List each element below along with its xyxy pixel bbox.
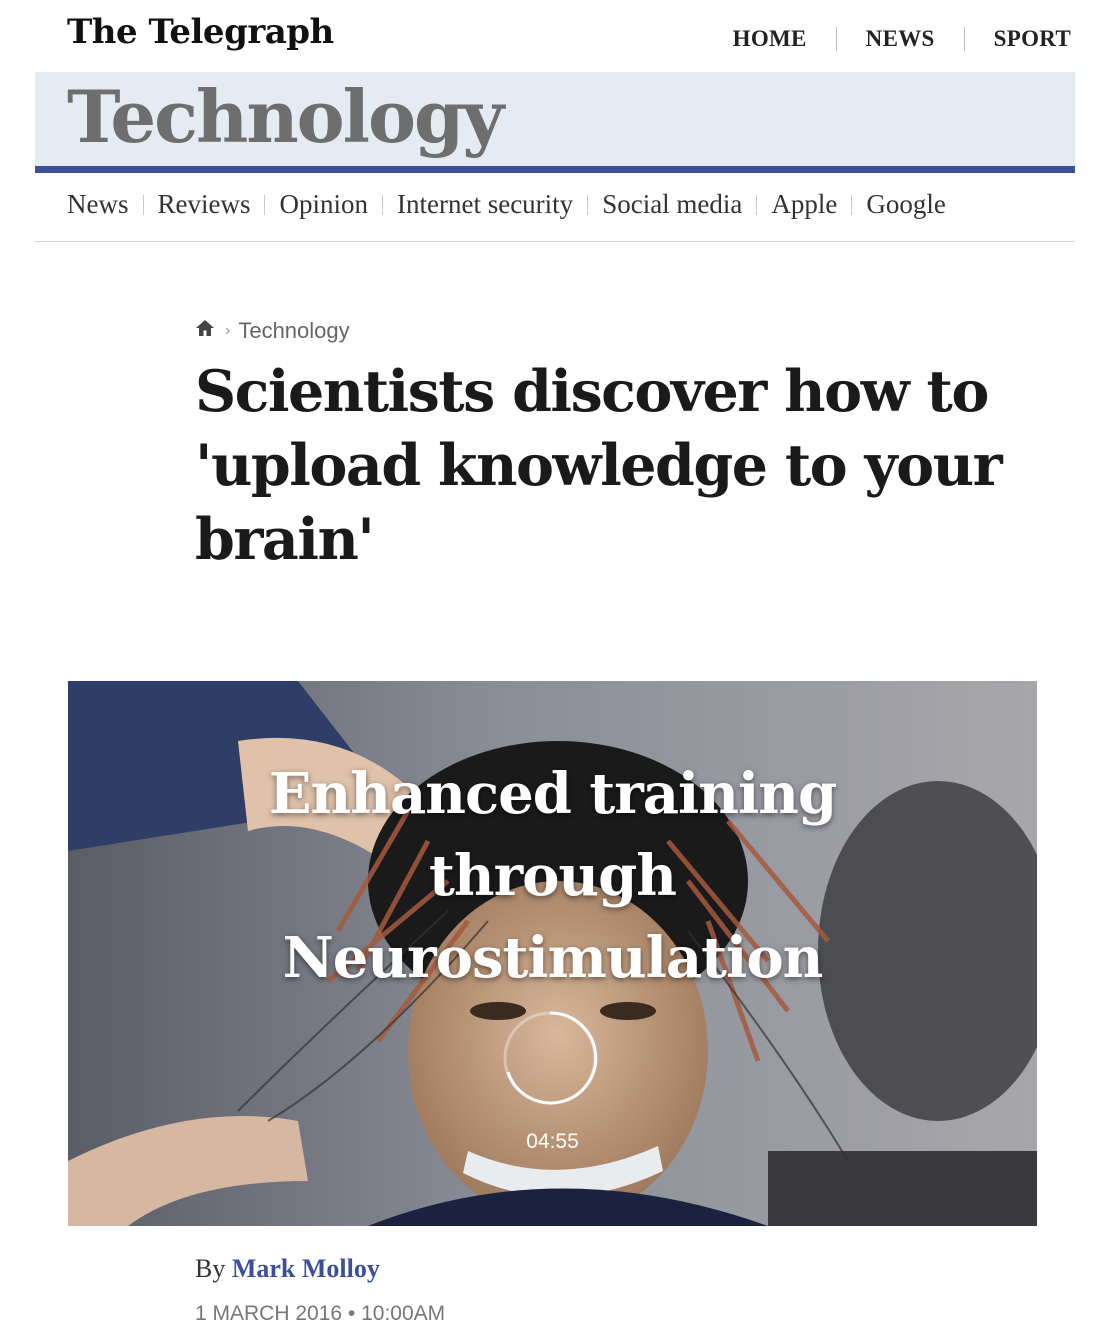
home-icon[interactable] bbox=[195, 318, 215, 344]
breadcrumb: › Technology bbox=[195, 318, 350, 344]
play-progress-ring-icon bbox=[503, 1011, 598, 1105]
subnav-apple[interactable]: Apple bbox=[771, 189, 837, 220]
section-subnav: News Reviews Opinion Internet security S… bbox=[35, 183, 1075, 242]
author-link[interactable]: Mark Molloy bbox=[232, 1254, 380, 1283]
masthead: The Telegraph HOME NEWS SPORT bbox=[35, 0, 1075, 72]
publish-date: 1 MARCH 2016 • 10:00AM bbox=[195, 1302, 446, 1325]
subnav-divider bbox=[382, 194, 383, 215]
section-title[interactable]: Technology bbox=[67, 74, 504, 159]
subnav-news[interactable]: News bbox=[67, 189, 129, 220]
chevron-right-icon: › bbox=[225, 322, 231, 339]
section-banner: Technology bbox=[35, 72, 1075, 173]
nav-divider bbox=[835, 27, 837, 51]
subnav-divider bbox=[142, 194, 144, 215]
subnav-divider bbox=[587, 194, 589, 215]
nav-divider bbox=[963, 27, 965, 51]
byline-prefix: By bbox=[195, 1254, 226, 1283]
byline: By Mark Molloy bbox=[195, 1254, 380, 1284]
article-headline: Scientists discover how to 'upload knowl… bbox=[195, 358, 1003, 573]
subnav-divider bbox=[264, 194, 266, 215]
telegraph-logo[interactable]: The Telegraph bbox=[67, 12, 334, 52]
subnav-internet-security[interactable]: Internet security bbox=[397, 189, 573, 220]
top-nav-news[interactable]: NEWS bbox=[866, 26, 935, 52]
video-title: Enhanced training through Neurostimulati… bbox=[268, 761, 837, 991]
subnav-google[interactable]: Google bbox=[866, 189, 945, 220]
subnav-divider bbox=[756, 194, 758, 215]
subnav-reviews[interactable]: Reviews bbox=[158, 189, 251, 220]
play-button[interactable] bbox=[502, 1010, 598, 1106]
subnav-opinion[interactable]: Opinion bbox=[279, 189, 368, 220]
top-nav: HOME NEWS SPORT bbox=[733, 26, 1071, 52]
video-duration: 04:55 bbox=[526, 1130, 579, 1153]
top-nav-home[interactable]: HOME bbox=[733, 26, 807, 52]
subnav-social-media[interactable]: Social media bbox=[602, 189, 742, 220]
breadcrumb-section[interactable]: Technology bbox=[238, 318, 349, 344]
subnav-divider bbox=[851, 194, 853, 215]
top-nav-sport[interactable]: SPORT bbox=[994, 26, 1071, 52]
video-player[interactable]: Enhanced training through Neurostimulati… bbox=[68, 681, 1037, 1226]
